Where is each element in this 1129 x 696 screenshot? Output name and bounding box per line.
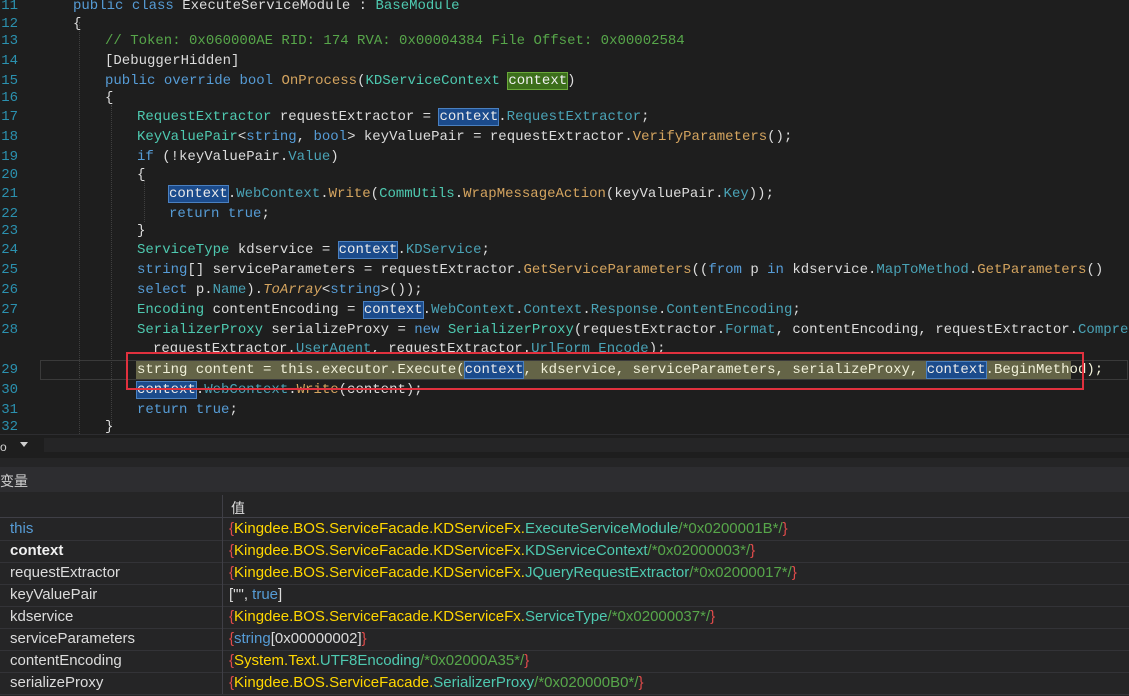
locals-row-keyvaluepair[interactable]: keyValuePair ["", true] [0,584,1129,607]
code-line-16: { [105,90,114,106]
code-line-13: // Token: 0x060000AE RID: 174 RVA: 0x000… [105,33,685,49]
line-number: 26 [1,282,18,298]
code-line-19: if (!keyValuePair.Value) [137,149,339,165]
variable-value: ["", true] [229,586,283,603]
line-number: 20 [1,167,18,183]
locals-panel-header: 变量 [0,467,1129,492]
line-number: 17 [1,109,18,125]
line-number: 29 [1,362,18,378]
line-number: 28 [1,322,18,338]
code-line-17: RequestExtractor requestExtractor = cont… [137,108,650,126]
variable-name: context [10,542,64,559]
code-line-28-continuation: requestExtractor.UserAgent, requestExtra… [153,341,666,352]
variable-name: kdservice [10,608,74,625]
code-line-28: SerializerProxy serializeProxy = new Ser… [137,322,1129,338]
locals-row-serializeproxy[interactable]: serializeProxy {Kingdee.BOS.ServiceFacad… [0,672,1129,695]
line-number: 30 [1,382,18,398]
locals-row-kdservice[interactable]: kdservice {Kingdee.BOS.ServiceFacade.KDS… [0,606,1129,629]
code-line-24: ServiceType kdservice = context.KDServic… [137,241,490,259]
variable-value: {Kingdee.BOS.ServiceFacade.KDServiceFx.E… [229,520,788,537]
annotation-highlight-box [126,352,1084,390]
line-number: 15 [1,73,18,89]
code-editor[interactable]: 11 12 13 14 15 16 17 18 19 20 21 22 23 2… [0,0,1129,434]
context-param-highlight: context [507,72,569,90]
line-number: 18 [1,129,18,145]
variable-name: serializeProxy [10,674,104,691]
variable-name: serviceParameters [10,630,136,647]
code-line-23: } [137,223,146,239]
line-number: 24 [1,242,18,258]
chevron-down-icon [20,442,28,447]
variable-name: contentEncoding [10,652,122,669]
indent-guide [144,180,145,222]
line-number: 32 [1,419,18,434]
zoom-label: o [0,440,7,454]
variable-name: this [10,520,34,537]
locals-row-context[interactable]: context {Kingdee.BOS.ServiceFacade.KDSer… [0,540,1129,563]
line-number: 13 [1,33,18,49]
line-number-gutter: 11 12 13 14 15 16 17 18 19 20 21 22 23 2… [0,0,40,434]
zoom-dropdown[interactable]: o [0,440,30,454]
variable-value: {Kingdee.BOS.ServiceFacade.SerializerPro… [229,674,644,691]
value-column-header[interactable]: 值 [231,498,245,518]
variable-value: {Kingdee.BOS.ServiceFacade.KDServiceFx.K… [229,542,756,559]
code-line-20: { [137,167,146,183]
variable-value: {string[0x00000002]} [229,630,367,647]
locals-row-requestextractor[interactable]: requestExtractor {Kingdee.BOS.ServiceFac… [0,562,1129,585]
code-line-22: return true; [169,206,270,222]
line-number: 19 [1,149,18,165]
code-line-15: public override bool OnProcess(KDService… [105,72,576,90]
locals-grid-header: 值 [0,495,1129,518]
line-number: 12 [1,16,18,32]
locals-row-this[interactable]: this {Kingdee.BOS.ServiceFacade.KDServic… [0,518,1129,541]
line-number: 14 [1,53,18,69]
line-number: 22 [1,206,18,222]
line-number: 27 [1,302,18,318]
horizontal-scrollbar[interactable] [44,438,1129,452]
variable-name: keyValuePair [10,586,98,603]
code-line-26: select p.Name).ToArray<string>()); [137,282,423,298]
code-line-25: string[] serviceParameters = requestExtr… [137,262,1104,278]
locals-row-contentencoding[interactable]: contentEncoding {System.Text.UTF8Encodin… [0,650,1129,673]
code-line-21: context.WebContext.Write(CommUtils.WrapM… [168,185,774,203]
line-number: 31 [1,402,18,418]
line-number: 25 [1,262,18,278]
code-line-32: } [105,419,114,434]
code-line-14: [DebuggerHidden] [105,53,240,69]
column-divider[interactable] [222,495,223,517]
code-line-27: Encoding contentEncoding = context.WebCo… [137,301,801,319]
variable-value: {Kingdee.BOS.ServiceFacade.KDServiceFx.J… [229,564,797,581]
code-line-31: return true; [137,402,238,418]
variable-name: requestExtractor [10,564,121,581]
code-line-11: public class ExecuteServiceModule : Base… [73,0,460,14]
locals-row-serviceparameters[interactable]: serviceParameters {string[0x00000002]} [0,628,1129,651]
code-line-12: { [73,16,82,32]
variable-value: {Kingdee.BOS.ServiceFacade.KDServiceFx.S… [229,608,716,625]
variable-value: {System.Text.UTF8Encoding/*0x02000A35*/} [229,652,530,669]
code-line-18: KeyValuePair<string, bool> keyValuePair … [137,129,793,145]
line-number: 21 [1,186,18,202]
line-number: 16 [1,90,18,106]
panel-title: 变量 [0,473,28,489]
line-number: 11 [1,0,18,14]
line-number: 23 [1,223,18,239]
